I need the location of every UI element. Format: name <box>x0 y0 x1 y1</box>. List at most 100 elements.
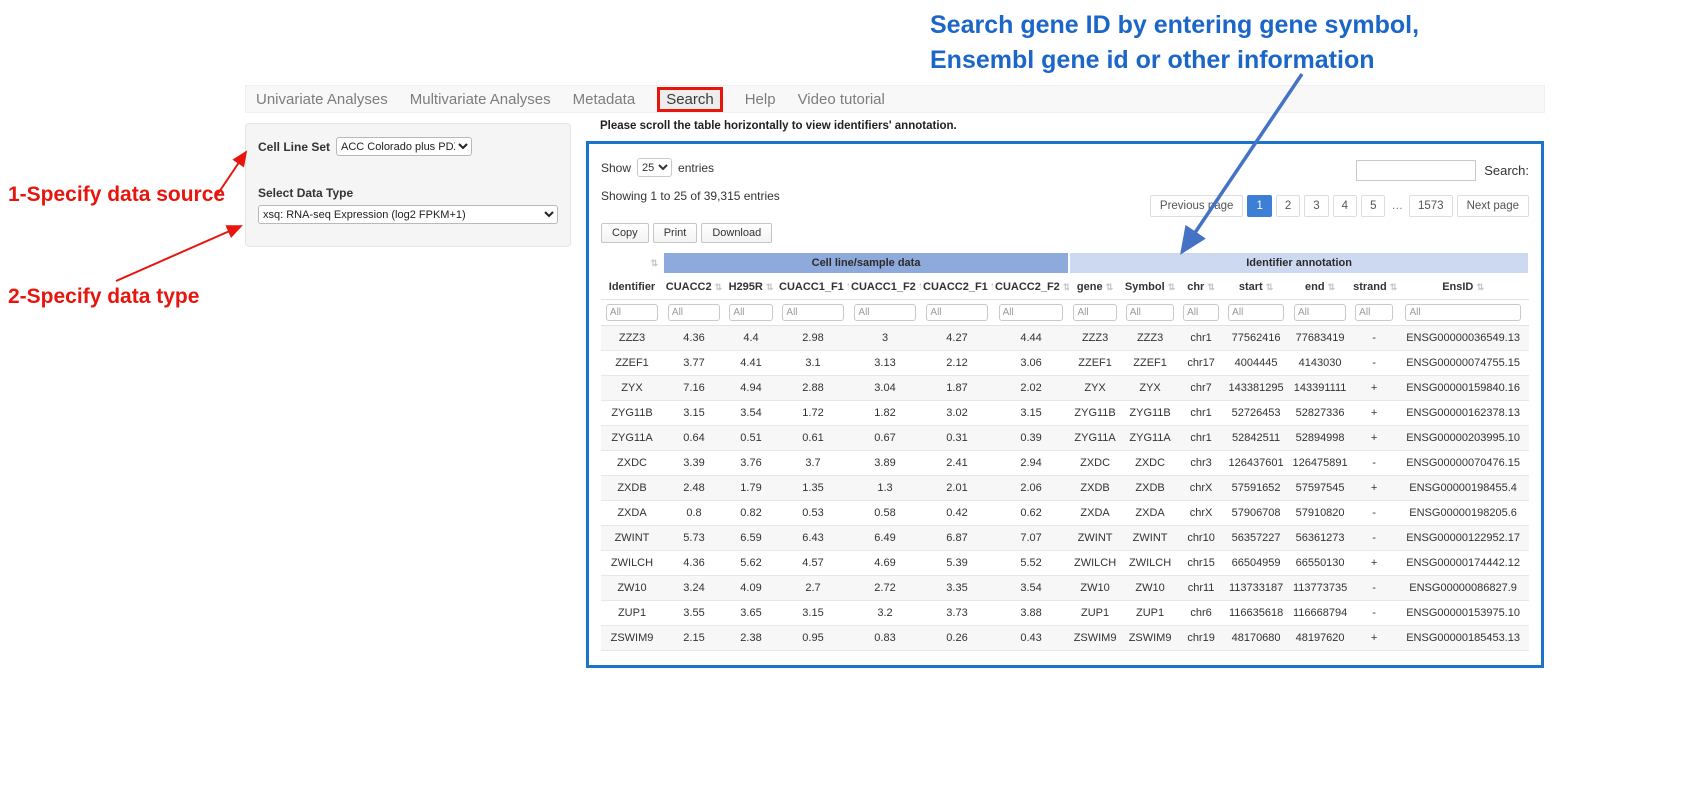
column-header-symbol[interactable]: Symbol ⇅ <box>1121 274 1179 300</box>
column-header-start[interactable]: start ⇅ <box>1223 274 1289 300</box>
cell: ENSG00000162378.13 <box>1397 401 1529 426</box>
page-button-2[interactable]: 2 <box>1276 195 1300 217</box>
column-header-cuacc2_f2[interactable]: CUACC2_F2 ⇅ <box>993 274 1069 300</box>
column-header-end[interactable]: end ⇅ <box>1289 274 1351 300</box>
nav-tab-video-tutorial[interactable]: Video tutorial <box>798 91 885 108</box>
filter-input-chr[interactable] <box>1183 304 1219 321</box>
cell: 0.67 <box>849 426 921 451</box>
next-page-button[interactable]: Next page <box>1457 195 1529 217</box>
nav-tab-search[interactable]: Search <box>657 87 723 112</box>
filter-input-cuacc1_f2[interactable] <box>854 304 915 321</box>
page-button-1573[interactable]: 1573 <box>1409 195 1453 217</box>
sort-icon: ⇅ <box>1328 282 1336 292</box>
cell: 66550130 <box>1289 551 1351 576</box>
cell: 0.58 <box>849 501 921 526</box>
cell: 77562416 <box>1223 326 1289 351</box>
nav-tab-help[interactable]: Help <box>745 91 776 108</box>
cell: chr1 <box>1179 401 1223 426</box>
filter-input-symbol[interactable] <box>1126 304 1175 321</box>
cell: 2.15 <box>663 626 725 651</box>
previous-page-button[interactable]: Previous page <box>1150 195 1244 217</box>
cell: chr17 <box>1179 351 1223 376</box>
identifier-sort-header[interactable]: ⇅ <box>601 252 663 274</box>
column-label: Identifier <box>609 281 655 293</box>
nav-tab-multivariate-analyses[interactable]: Multivariate Analyses <box>410 91 551 108</box>
page-button-3[interactable]: 3 <box>1304 195 1328 217</box>
cell: ENSG00000086827.9 <box>1397 576 1529 601</box>
cell: 4.94 <box>725 376 777 401</box>
column-header-cuacc1_f1[interactable]: CUACC1_F1 ⇅ <box>777 274 849 300</box>
cell: 3.54 <box>993 576 1069 601</box>
page-button-1[interactable]: 1 <box>1247 195 1271 217</box>
table-controls-info: Showing 1 to 25 of 39,315 entries Previo… <box>601 187 1529 217</box>
page-length-select[interactable]: 25 <box>637 158 672 177</box>
cell: ENSG00000122952.17 <box>1397 526 1529 551</box>
cell: 4.41 <box>725 351 777 376</box>
cell: 2.7 <box>777 576 849 601</box>
cell: ZYG11B <box>601 401 663 426</box>
sort-icon: ⇅ <box>919 282 921 292</box>
filter-cell <box>993 300 1069 326</box>
cell: 6.87 <box>921 526 993 551</box>
filter-input-cuacc1_f1[interactable] <box>782 304 843 321</box>
column-header-identifier[interactable]: Identifier <box>601 274 663 300</box>
filter-input-h295r[interactable] <box>729 304 772 321</box>
filter-cell <box>725 300 777 326</box>
cell: 5.39 <box>921 551 993 576</box>
cell: 3.15 <box>663 401 725 426</box>
cell: chr7 <box>1179 376 1223 401</box>
column-header-chr[interactable]: chr ⇅ <box>1179 274 1223 300</box>
cell: 57591652 <box>1223 476 1289 501</box>
data-type-select[interactable]: xsq: RNA-seq Expression (log2 FPKM+1) <box>258 205 558 224</box>
filter-input-strand[interactable] <box>1355 304 1393 321</box>
nav-tab-univariate-analyses[interactable]: Univariate Analyses <box>256 91 388 108</box>
cell: 57597545 <box>1289 476 1351 501</box>
column-header-cuacc2_f1[interactable]: CUACC2_F1 ⇅ <box>921 274 993 300</box>
cell: 4.4 <box>725 326 777 351</box>
filter-input-start[interactable] <box>1228 304 1284 321</box>
filter-input-ensid[interactable] <box>1405 304 1520 321</box>
group-header-identifier-annotation: Identifier annotation <box>1069 252 1529 274</box>
cell: ZWINT <box>601 526 663 551</box>
print-button[interactable]: Print <box>653 223 698 243</box>
cell: 2.88 <box>777 376 849 401</box>
search-input[interactable] <box>1356 160 1476 181</box>
cell: ZWILCH <box>1069 551 1121 576</box>
nav-tab-metadata[interactable]: Metadata <box>573 91 636 108</box>
column-header-h295r[interactable]: H295R ⇅ <box>725 274 777 300</box>
column-header-ensid[interactable]: EnsID ⇅ <box>1397 274 1529 300</box>
column-header-gene[interactable]: gene ⇅ <box>1069 274 1121 300</box>
page-button-5[interactable]: 5 <box>1361 195 1385 217</box>
column-header-strand[interactable]: strand ⇅ <box>1351 274 1397 300</box>
filter-input-cuacc2[interactable] <box>668 304 720 321</box>
filter-input-end[interactable] <box>1294 304 1346 321</box>
cell: ZYX <box>1069 376 1121 401</box>
column-header-cuacc1_f2[interactable]: CUACC1_F2 ⇅ <box>849 274 921 300</box>
filter-input-cuacc2_f2[interactable] <box>999 304 1064 321</box>
cell: 143391111 <box>1289 376 1351 401</box>
cell: 3.76 <box>725 451 777 476</box>
cell: ENSG00000036549.13 <box>1397 326 1529 351</box>
sort-icon: ⇅ <box>766 282 774 292</box>
cell: 7.07 <box>993 526 1069 551</box>
cell: 5.73 <box>663 526 725 551</box>
filter-input-gene[interactable] <box>1073 304 1116 321</box>
copy-button[interactable]: Copy <box>601 223 649 243</box>
search-label: Search: <box>1484 163 1529 178</box>
filter-input-identifier[interactable] <box>606 304 658 321</box>
cell: 3.77 <box>663 351 725 376</box>
column-label: gene <box>1077 281 1103 293</box>
filter-input-cuacc2_f1[interactable] <box>926 304 987 321</box>
cell: 116635618 <box>1223 601 1289 626</box>
sort-icon: ⇅ <box>1476 282 1484 292</box>
cell: 0.31 <box>921 426 993 451</box>
cell-line-set-select[interactable]: ACC Colorado plus PDX <box>336 137 472 156</box>
download-button[interactable]: Download <box>701 223 772 243</box>
cell: + <box>1351 476 1397 501</box>
page-button-4[interactable]: 4 <box>1333 195 1357 217</box>
cell: ZSWIM9 <box>1121 626 1179 651</box>
cell: - <box>1351 326 1397 351</box>
cell: ZXDA <box>1069 501 1121 526</box>
cell: ZYG11A <box>601 426 663 451</box>
column-header-cuacc2[interactable]: CUACC2 ⇅ <box>663 274 725 300</box>
